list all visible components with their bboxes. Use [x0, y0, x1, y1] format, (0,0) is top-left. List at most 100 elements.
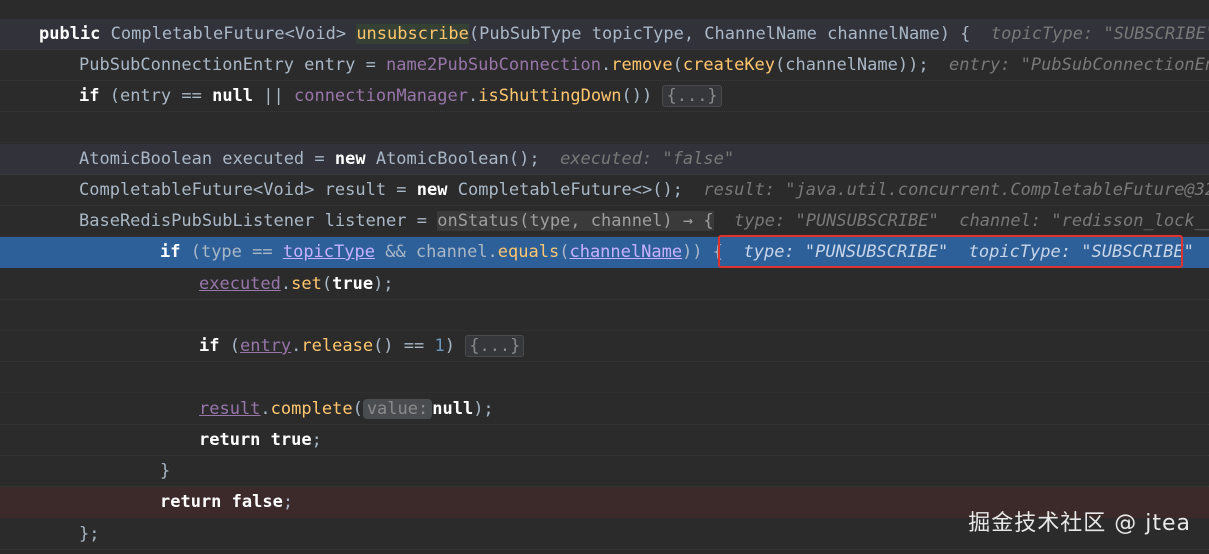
code-token: isShuttingDown — [478, 86, 622, 106]
code-token: . — [291, 336, 302, 356]
code-text: }; — [79, 519, 99, 550]
code-token: ) — [444, 336, 466, 356]
code-token: entry — [239, 336, 292, 356]
code-line-14[interactable]: return true; — [0, 425, 1209, 456]
code-token: CompletableFuture — [110, 24, 285, 44]
code-token: ; — [311, 430, 322, 450]
code-token: ( — [229, 336, 240, 356]
watermark: 掘金技术社区 @ jtea — [968, 511, 1191, 536]
code-text: BaseRedisPubSubListener listener = onSta… — [79, 206, 1209, 237]
code-line-3[interactable]: if (entry == null || connectionManager.i… — [0, 81, 1209, 112]
code-text: } — [160, 456, 170, 487]
code-text: public CompletableFuture<Void> unsubscri… — [39, 19, 1209, 50]
code-token: ()) — [621, 86, 663, 106]
inline-debug-value: entry: "PubSubConnectionEntry@ — [949, 55, 1209, 75]
code-token: AtomicBoolean — [375, 149, 509, 169]
code-token: result = — [324, 180, 417, 200]
code-text: PubSubConnectionEntry entry = name2PubSu… — [79, 50, 1209, 81]
code-text: if (entry.release() == 1) {...} — [199, 331, 525, 362]
code-token: || — [253, 86, 294, 106]
code-token: (channelName)); — [775, 55, 950, 75]
code-token: null — [432, 399, 474, 419]
code-token: . — [467, 86, 479, 106]
code-token: ( — [672, 55, 683, 75]
code-token: new — [334, 149, 376, 169]
folded-code-button[interactable]: {...} — [465, 335, 525, 357]
highlight-annotation-box — [718, 235, 1183, 268]
code-token: topicType — [282, 242, 375, 262]
code-token: equals — [497, 242, 560, 262]
code-token: . — [280, 274, 292, 294]
folded-code-button[interactable]: {...} — [662, 85, 722, 107]
code-token: ( — [559, 242, 570, 262]
code-token: unsubscribe — [356, 24, 469, 44]
code-line-12[interactable] — [0, 362, 1209, 393]
code-token: set — [291, 274, 322, 294]
code-token: CompletableFuture — [457, 180, 632, 200]
code-token: <Void> — [284, 24, 357, 44]
code-token: release — [301, 336, 374, 356]
code-token: (type == — [190, 242, 283, 262]
code-token: (); — [508, 149, 561, 169]
inline-debug-value: topicType: "SUBSCRIBE" — [990, 24, 1209, 44]
code-token: ( — [321, 274, 333, 294]
code-token: ); — [473, 399, 494, 419]
code-line-13[interactable]: result.complete(value: null); — [0, 394, 1209, 425]
code-token: && channel. — [374, 242, 498, 262]
code-token: name2PubSubConnection — [386, 55, 601, 75]
code-token: connectionManager — [293, 86, 468, 106]
code-token: if — [79, 86, 110, 106]
code-token: <>(); — [631, 180, 704, 200]
code-token: true — [332, 274, 374, 294]
code-token: } — [160, 461, 171, 481]
code-line-1[interactable]: public CompletableFuture<Void> unsubscri… — [0, 19, 1209, 50]
code-token: (entry == — [109, 86, 213, 106]
code-token: onStatus(type, channel) → { — [437, 211, 714, 231]
code-text: CompletableFuture<Void> result = new Com… — [79, 175, 1209, 206]
inline-debug-value: executed: "false" — [560, 149, 735, 169]
code-token: if — [160, 242, 191, 262]
code-token: true — [270, 430, 312, 450]
code-token: . — [260, 399, 271, 419]
code-token: result — [199, 399, 261, 419]
code-line-6[interactable]: CompletableFuture<Void> result = new Com… — [0, 175, 1209, 206]
code-token: if — [199, 336, 230, 356]
code-token: executed — [199, 274, 281, 294]
code-token: 1 — [434, 336, 445, 356]
code-token: ( — [352, 399, 363, 419]
code-line-9[interactable]: executed.set(true); — [0, 269, 1209, 300]
code-token: false — [231, 492, 283, 512]
code-token: ; — [282, 492, 294, 512]
code-token: (PubSubType topicType, ChannelName chann… — [468, 24, 991, 44]
inline-debug-value: type: "PUNSUBSCRIBE" channel: "redisson_… — [734, 211, 1209, 231]
code-text: executed.set(true); — [199, 269, 394, 300]
code-line-11[interactable]: if (entry.release() == 1) {...} — [0, 331, 1209, 362]
code-token: createKey — [682, 55, 776, 75]
code-line-5[interactable]: AtomicBoolean executed = new AtomicBoole… — [0, 144, 1209, 175]
code-token: null — [212, 86, 254, 106]
code-line-4[interactable] — [0, 112, 1209, 143]
code-token: AtomicBoolean executed = — [79, 149, 335, 169]
code-token: . — [600, 55, 612, 75]
code-editor[interactable]: public CompletableFuture<Void> unsubscri… — [0, 0, 1209, 554]
code-text: return true; — [199, 425, 322, 456]
code-token: public — [39, 24, 111, 44]
code-token: return — [199, 430, 271, 450]
code-line-15[interactable]: } — [0, 456, 1209, 487]
code-line-10[interactable] — [0, 300, 1209, 331]
code-token: }; — [79, 524, 100, 544]
code-token: PubSubConnectionEntry entry = — [79, 55, 387, 75]
code-token: new — [416, 180, 458, 200]
code-text: result.complete(value: null); — [199, 394, 494, 425]
code-line-2[interactable]: PubSubConnectionEntry entry = name2PubSu… — [0, 50, 1209, 81]
code-token: ); — [373, 274, 394, 294]
code-line-7[interactable]: BaseRedisPubSubListener listener = onSta… — [0, 206, 1209, 237]
code-token: BaseRedisPubSubListener listener = — [79, 211, 438, 231]
parameter-hint: value: — [362, 399, 433, 419]
code-token: remove — [611, 55, 673, 75]
code-token: CompletableFuture — [79, 180, 253, 200]
code-token: complete — [270, 399, 353, 419]
code-token: <Void> — [253, 180, 325, 200]
code-text: AtomicBoolean executed = new AtomicBoole… — [79, 144, 734, 175]
